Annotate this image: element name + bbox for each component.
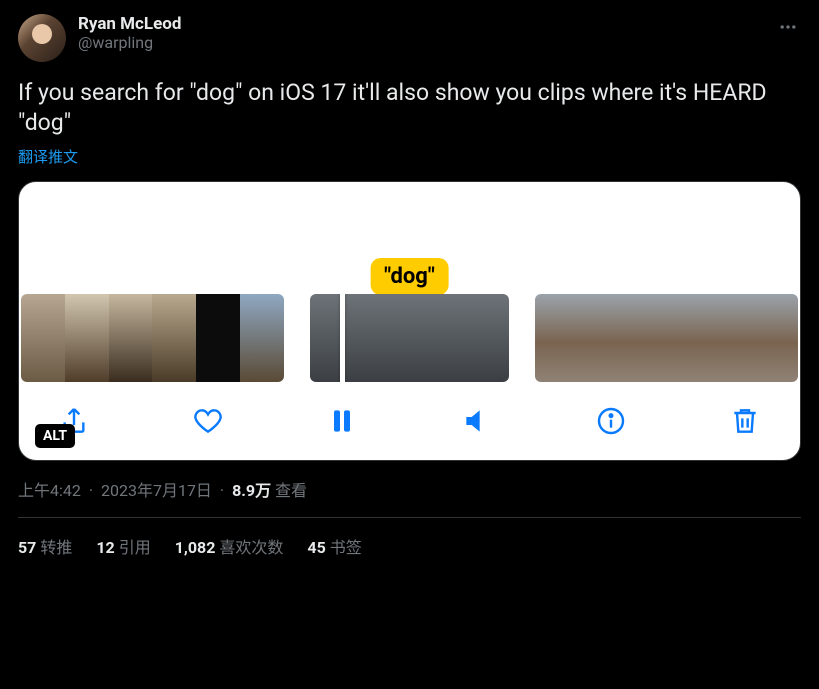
likes-stat[interactable]: 1,082喜欢次数 <box>175 534 284 558</box>
tweet-date[interactable]: 2023年7月17日 <box>101 481 212 500</box>
tweet-text: If you search for "dog" on iOS 17 it'll … <box>18 78 801 138</box>
search-term-tooltip: "dog" <box>370 258 449 295</box>
views-label: 查看 <box>275 481 307 500</box>
likes-label: 喜欢次数 <box>219 538 283 557</box>
translate-link[interactable]: 翻译推文 <box>18 146 78 167</box>
divider <box>18 517 801 518</box>
tweet-meta: 上午4:42 · 2023年7月17日 · 8.9万 查看 <box>18 477 801 501</box>
bookmarks-stat[interactable]: 45 书签 <box>307 534 361 558</box>
mute-icon[interactable] <box>456 400 498 442</box>
retweets-label: 转推 <box>40 538 72 557</box>
more-button[interactable] <box>771 10 805 44</box>
clip-thumbnail-group <box>310 294 509 382</box>
alt-badge[interactable]: ALT <box>35 424 75 448</box>
bookmarks-label: 书签 <box>330 538 362 557</box>
avatar[interactable] <box>18 14 66 62</box>
likes-count: 1,082 <box>175 538 216 557</box>
engagement-bar: 57转推 12 引用 1,082喜欢次数 45 书签 <box>18 534 801 558</box>
author-handle[interactable]: @warpling <box>78 33 181 52</box>
clip-thumbnail-group <box>535 294 798 382</box>
tweet-time[interactable]: 上午4:42 <box>18 481 81 500</box>
clip-thumbnail-group <box>21 294 284 382</box>
retweets-stat[interactable]: 57转推 <box>18 534 72 558</box>
info-icon[interactable] <box>590 400 632 442</box>
author-display-name[interactable]: Ryan McLeod <box>78 14 181 34</box>
views-count: 8.9万 <box>232 481 271 500</box>
quotes-stat[interactable]: 12 引用 <box>96 534 150 558</box>
retweets-count: 57 <box>18 538 36 557</box>
trash-icon[interactable] <box>724 400 766 442</box>
video-timeline <box>19 294 800 382</box>
playhead[interactable] <box>340 294 345 382</box>
quotes-count: 12 <box>96 538 114 557</box>
media-attachment[interactable]: "dog" <box>18 181 801 461</box>
bookmarks-count: 45 <box>307 538 325 557</box>
pause-icon[interactable] <box>321 400 363 442</box>
heart-icon[interactable] <box>187 400 229 442</box>
quotes-label: 引用 <box>119 538 151 557</box>
